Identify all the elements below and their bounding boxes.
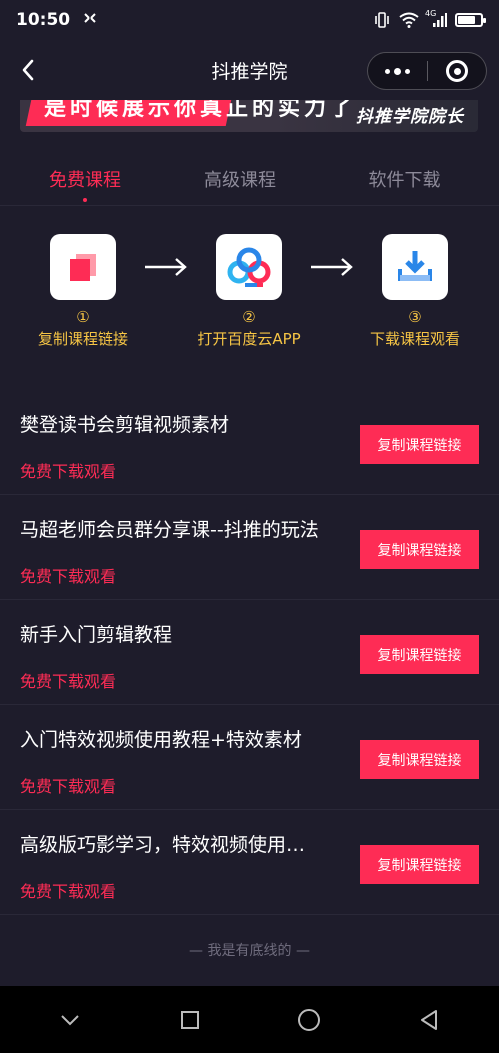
copy-link-button[interactable]: 复制课程链接	[360, 530, 479, 569]
nav-bar: 抖推学院	[0, 40, 499, 100]
course-title: 入门特效视频使用教程+特效素材	[20, 729, 302, 751]
tab-software-download[interactable]: 软件下载	[310, 150, 499, 205]
battery-icon	[455, 13, 486, 27]
copy-link-button[interactable]: 复制课程链接	[360, 845, 479, 884]
course-title: 樊登读书会剪辑视频素材	[20, 414, 230, 436]
status-icons: 4G	[373, 9, 486, 28]
step-download-watch: ③ 下载课程观看	[345, 234, 485, 349]
system-back-button[interactable]	[409, 1000, 449, 1040]
list-item: 入门特效视频使用教程+特效素材 免费下载观看 复制课程链接	[0, 705, 499, 810]
close-mini-program-button[interactable]	[428, 53, 486, 89]
chevron-down-icon	[61, 1014, 79, 1025]
copy-link-button[interactable]: 复制课程链接	[360, 635, 479, 674]
course-subtitle: 免费下载观看	[20, 882, 117, 901]
list-item: 高级版巧影学习，特效视频使用… 免费下载观看 复制课程链接	[0, 810, 499, 915]
list-item: 樊登读书会剪辑视频素材 免费下载观看 复制课程链接	[0, 390, 499, 495]
active-tab-indicator	[83, 198, 87, 202]
banner-author: 抖推学院院长	[356, 107, 464, 127]
step-open-baidu: ② 打开百度云APP	[179, 234, 319, 349]
triangle-back-icon	[421, 1009, 438, 1030]
target-icon	[446, 60, 468, 82]
home-button[interactable]	[289, 1000, 329, 1040]
banner-slogan: 是时候展示你真正的实力了	[44, 100, 357, 121]
status-time: 10:50	[16, 10, 71, 30]
vibrate-icon	[373, 12, 391, 28]
course-subtitle: 免费下载观看	[20, 672, 117, 691]
list-item: 马超老师会员群分享课--抖推的玩法 免费下载观看 复制课程链接	[0, 495, 499, 600]
course-tabs: 免费课程 高级课程 软件下载	[0, 150, 499, 206]
back-button[interactable]	[14, 56, 42, 84]
network-type: 4G	[425, 9, 437, 18]
course-subtitle: 免费下载观看	[20, 567, 117, 586]
course-list: 樊登读书会剪辑视频素材 免费下载观看 复制课程链接 马超老师会员群分享课--抖推…	[0, 390, 499, 915]
status-bar: 10:50 4G	[0, 0, 499, 40]
steps-guide: ① 复制课程链接 ② 打开百度云APP ③ 下载课程观看	[0, 206, 499, 386]
banner[interactable]: 是时候展示你真正的实力了 抖推学院院长	[20, 100, 478, 132]
tab-free-courses[interactable]: 免费课程	[0, 150, 170, 205]
end-of-list-note: — 我是有底线的 —	[189, 943, 310, 959]
course-subtitle: 免费下载观看	[20, 462, 117, 481]
more-button[interactable]	[368, 53, 427, 89]
copy-link-button[interactable]: 复制课程链接	[360, 740, 479, 779]
mini-program-capsule	[367, 52, 487, 90]
signal-icon: 4G	[425, 9, 447, 28]
course-title: 高级版巧影学习，特效视频使用…	[20, 834, 306, 856]
download-icon	[382, 234, 448, 300]
wifi-icon	[399, 12, 419, 28]
tab-advanced-courses[interactable]: 高级课程	[170, 150, 310, 205]
page-title: 抖推学院	[211, 60, 288, 83]
step-copy-link: ① 复制课程链接	[13, 234, 153, 349]
baidu-cloud-icon	[216, 234, 282, 300]
course-title: 马超老师会员群分享课--抖推的玩法	[20, 519, 319, 541]
square-icon	[180, 1010, 199, 1029]
copy-link-button[interactable]: 复制课程链接	[360, 425, 479, 464]
collapse-button[interactable]	[50, 1000, 90, 1040]
course-subtitle: 免费下载观看	[20, 777, 117, 796]
link-icon	[82, 11, 98, 29]
recents-button[interactable]	[170, 1000, 210, 1040]
copy-icon	[50, 234, 116, 300]
system-navigation-bar	[0, 986, 499, 1053]
list-item: 新手入门剪辑教程 免费下载观看 复制课程链接	[0, 600, 499, 705]
circle-icon	[298, 1008, 321, 1031]
chevron-left-icon	[22, 59, 34, 81]
more-dots-icon	[385, 68, 390, 74]
course-title: 新手入门剪辑教程	[20, 624, 173, 646]
